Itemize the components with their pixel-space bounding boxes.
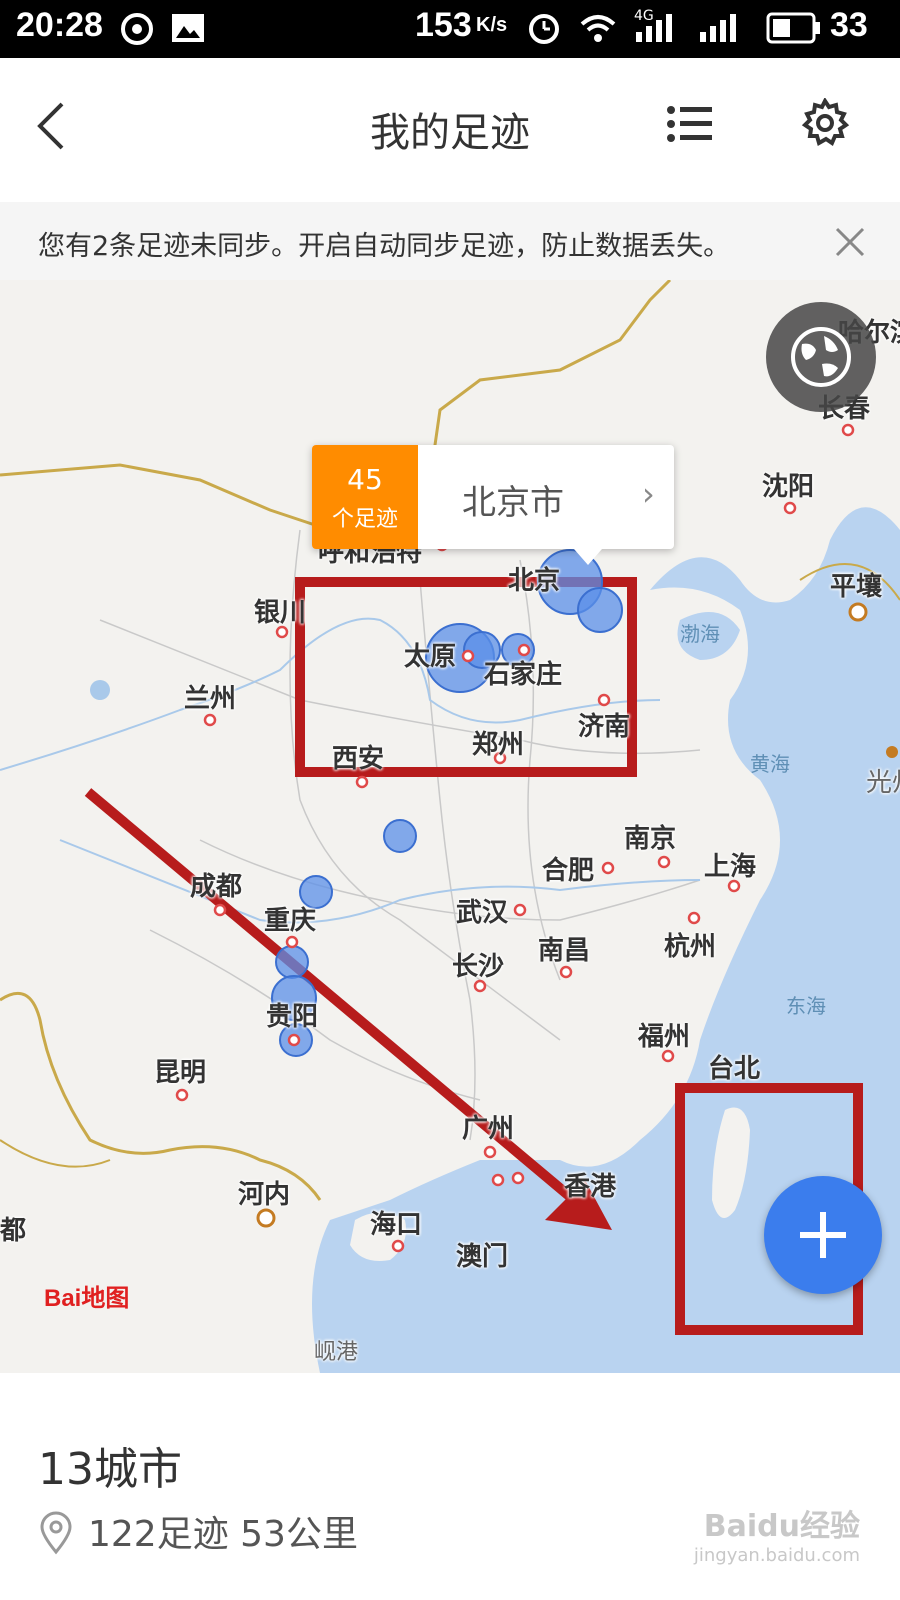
city-label: 南京 xyxy=(624,824,677,854)
sync-notice-bar: 您有2条足迹未同步。开启自动同步足迹，防止数据丢失。 xyxy=(0,202,900,280)
city-label: 武汉 xyxy=(456,898,509,928)
baidu-map-logo-text: Bai地图 xyxy=(44,1285,130,1312)
footprint-bubbles[interactable] xyxy=(271,549,623,1057)
city-label: 太原 xyxy=(404,642,457,672)
sea-label: 黄海 xyxy=(750,752,790,776)
city-label: 成都 xyxy=(190,872,243,902)
city-label: 沈阳 xyxy=(762,472,815,502)
plus-icon xyxy=(800,1212,846,1258)
popup-pointer xyxy=(574,549,602,565)
header-bar: 我的足迹 xyxy=(0,58,900,202)
city-label: 石家庄 xyxy=(484,660,563,690)
city-label: 平壤 xyxy=(830,572,883,602)
city-label: 广州 xyxy=(462,1114,515,1144)
city-label: 海口 xyxy=(370,1210,423,1240)
watermark: Baidu经验 jingyan.baidu.com xyxy=(694,1501,860,1566)
city-label: 重庆 xyxy=(264,906,317,936)
battery-level: 33 xyxy=(830,6,868,44)
city-label: 都 xyxy=(0,1216,27,1246)
city-label: 杭州 xyxy=(664,932,717,962)
city-label: 南昌 xyxy=(538,936,591,966)
sea-label: 渤海 xyxy=(680,622,720,646)
page-title: 我的足迹 xyxy=(370,110,530,156)
city-label: 河内 xyxy=(238,1180,291,1210)
watermark-line2: jingyan.baidu.com xyxy=(693,1545,860,1566)
add-footprint-button[interactable] xyxy=(764,1176,882,1294)
popup-city-name: 北京市 xyxy=(462,483,564,523)
wifi-icon xyxy=(580,15,616,42)
sync-icon xyxy=(121,13,153,45)
footprint-count-badge: 45 个足迹 xyxy=(312,445,418,549)
status-time: 20:28 xyxy=(16,6,103,44)
footprint-count-unit: 个足迹 xyxy=(331,507,398,532)
list-icon[interactable] xyxy=(666,104,714,144)
sea-label: 东海 xyxy=(786,994,826,1018)
gear-icon[interactable] xyxy=(800,98,850,148)
location-pin-icon xyxy=(40,1511,72,1555)
city-label: 济南 xyxy=(578,712,631,742)
city-label: 台北 xyxy=(708,1054,761,1084)
map-background xyxy=(0,280,900,1373)
city-label: 长沙 xyxy=(452,952,505,982)
city-label: 昆明 xyxy=(154,1058,207,1088)
city-label: 西安 xyxy=(332,744,385,774)
battery-icon xyxy=(766,12,820,44)
footprint-stats: 122足迹 53公里 xyxy=(88,1514,358,1555)
city-count: 13城市 xyxy=(38,1444,182,1495)
sync-notice-text: 您有2条足迹未同步。开启自动同步足迹，防止数据丢失。 xyxy=(38,231,731,262)
city-label: 岘港 xyxy=(314,1340,359,1365)
city-label: 北京 xyxy=(508,566,561,596)
globe-icon xyxy=(791,327,851,387)
city-label: 香港 xyxy=(564,1172,617,1202)
footprint-count: 45 xyxy=(347,463,383,496)
city-label: 上海 xyxy=(704,852,757,882)
globe-button[interactable] xyxy=(766,302,876,412)
watermark-line1: Baidu经验 xyxy=(703,1509,860,1544)
summary-panel: 13城市 122足迹 53公里 Baidu经验 jingyan.baidu.co… xyxy=(0,1373,900,1600)
city-label: 贵阳 xyxy=(266,1002,319,1032)
chevron-right-icon: › xyxy=(642,475,655,513)
footprint-map[interactable]: 哈尔滨 长春 沈阳 呼和浩特 北京 银川 兰州 太原 石家庄 济南 西安 郑州 … xyxy=(0,280,900,1373)
city-label: 银川 xyxy=(254,598,307,628)
alarm-icon xyxy=(529,14,559,44)
signal-icon-2 xyxy=(700,14,736,42)
network-speed: 153 xyxy=(415,6,472,44)
city-label: 合肥 xyxy=(542,856,595,886)
image-icon xyxy=(172,14,204,42)
close-icon[interactable] xyxy=(834,226,866,258)
city-label: 澳门 xyxy=(456,1242,509,1272)
city-label: 兰州 xyxy=(184,684,237,714)
baidu-map-logo: Bai地图 xyxy=(44,1278,129,1313)
status-bar: 20:28 153 K/s 4G 33 xyxy=(0,0,900,58)
signal-icon-1 xyxy=(636,14,672,42)
city-label: 福州 xyxy=(638,1022,691,1052)
city-label: 郑州 xyxy=(472,730,525,760)
city-footprint-popup[interactable]: 45 个足迹 北京市 › xyxy=(312,445,674,549)
network-unit: K/s xyxy=(476,14,508,36)
city-label: 光州 xyxy=(866,768,900,798)
